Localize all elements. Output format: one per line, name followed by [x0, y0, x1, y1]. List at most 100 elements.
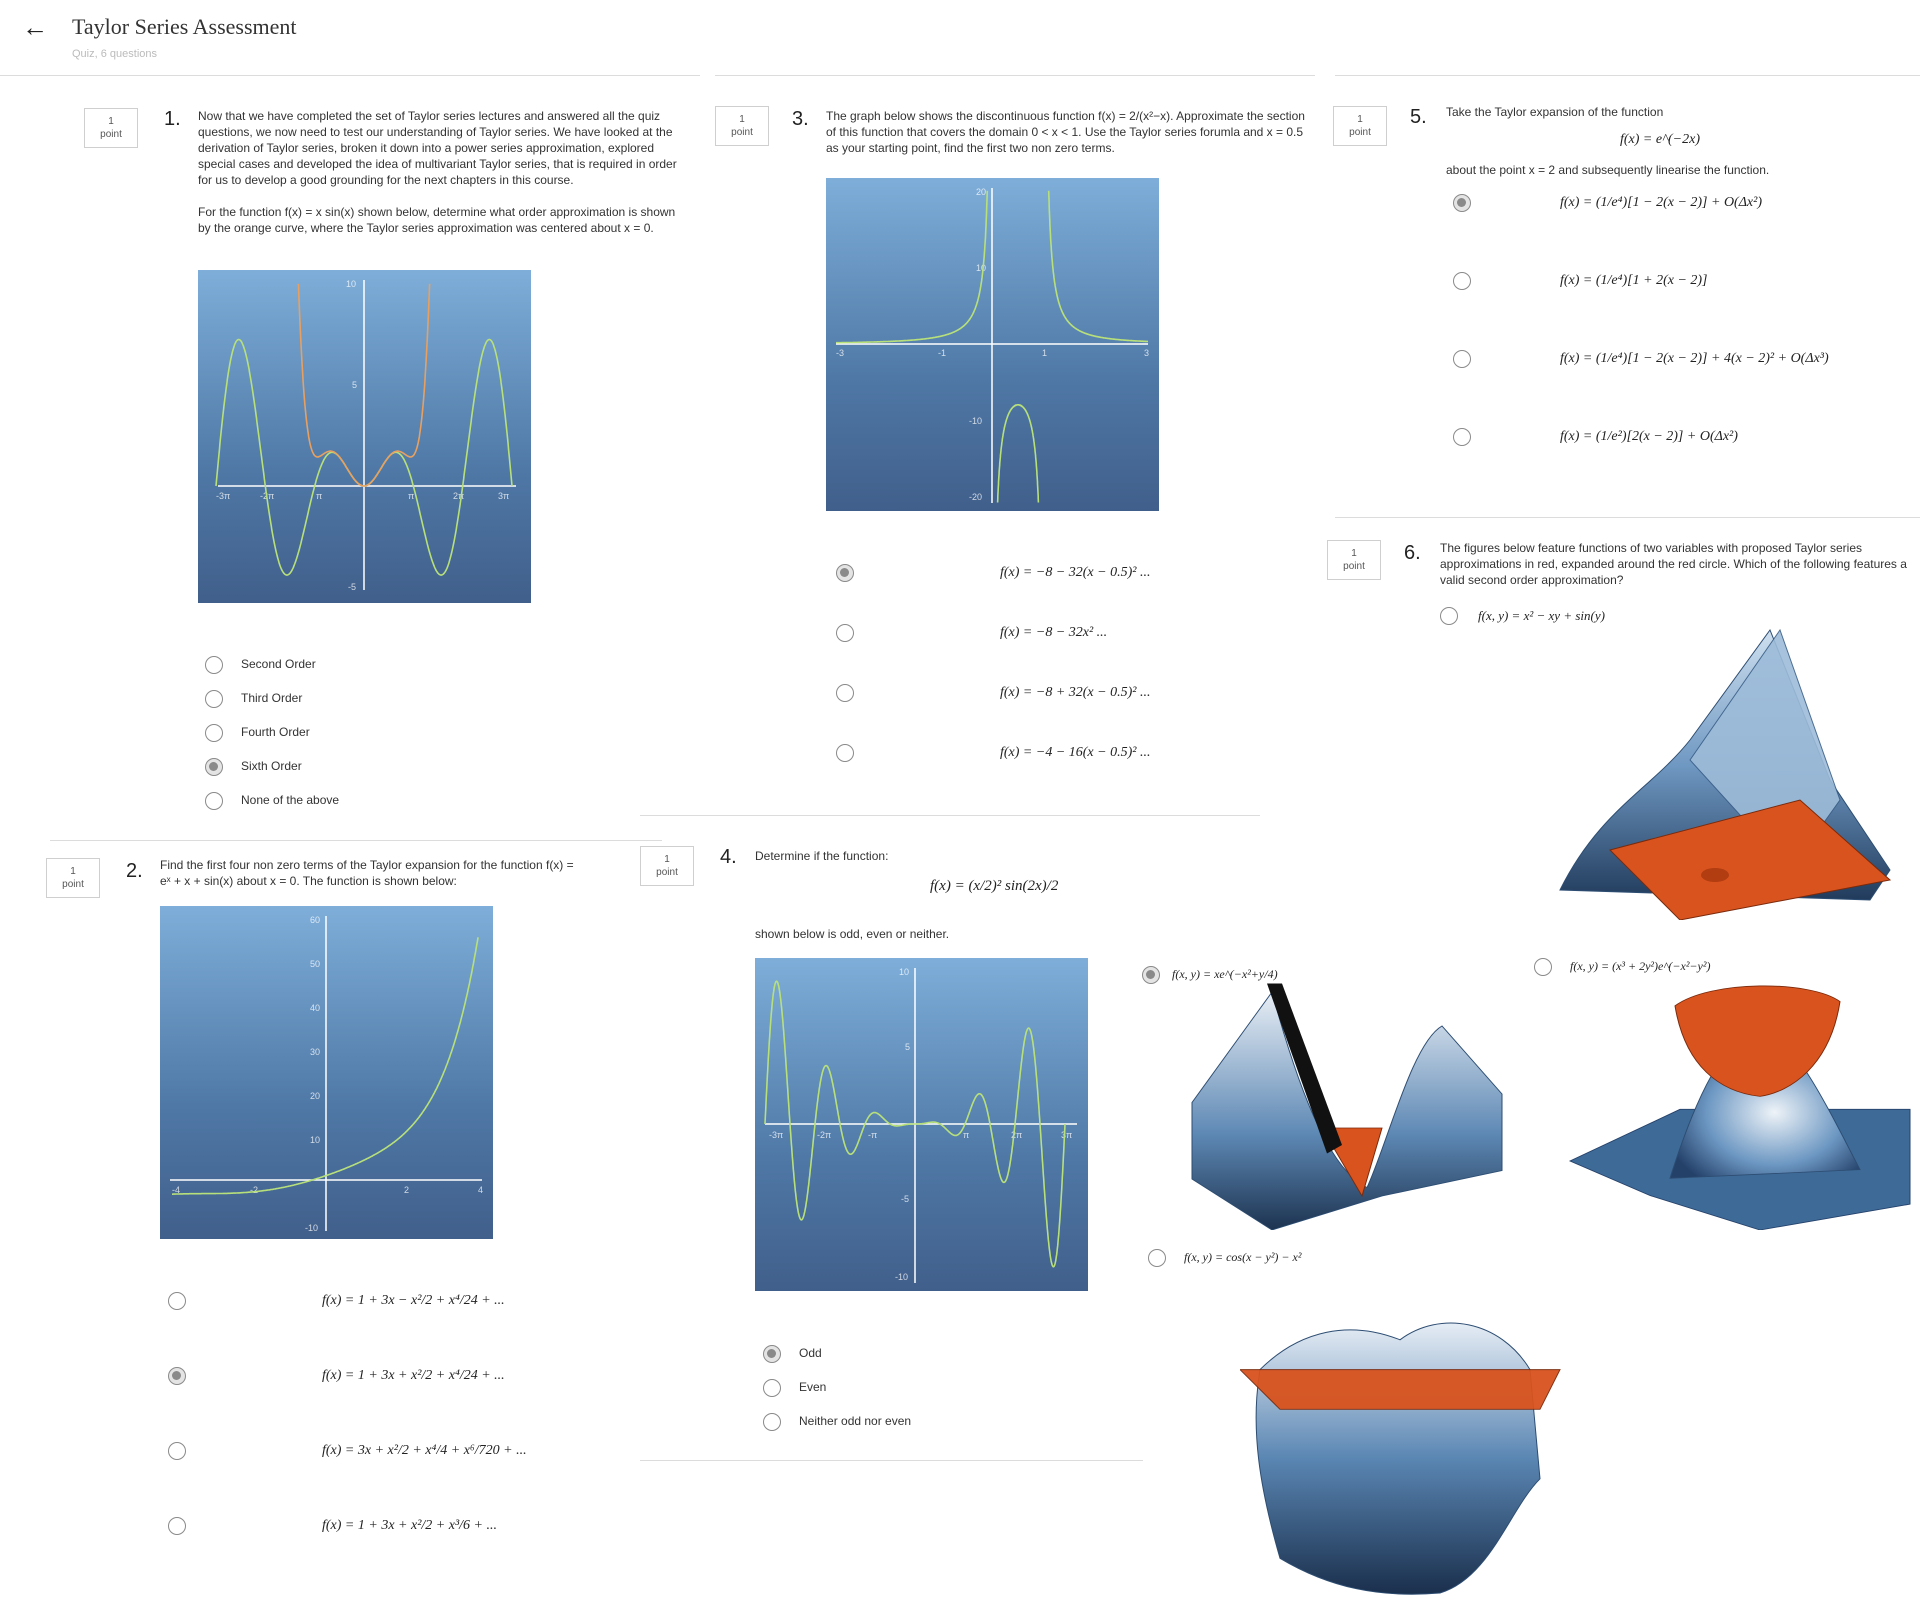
tick-label: π	[408, 491, 414, 501]
tick-label: 2	[404, 1185, 409, 1195]
q3-option-radio[interactable]	[836, 744, 854, 762]
tick-label: -3π	[769, 1130, 783, 1140]
tick-label: -10	[969, 416, 982, 426]
q4-option-radio[interactable]	[763, 1345, 781, 1363]
q1-option-radio[interactable]	[205, 690, 223, 708]
q6-surface-figure-4	[1240, 1322, 1561, 1595]
q5-number: 5.	[1410, 106, 1427, 128]
q2-option-label: f(x) = 3x + x²/2 + x⁴/4 + x⁶/720 + ...	[322, 1443, 527, 1458]
tick-label: 30	[310, 1047, 320, 1057]
q6-number: 6.	[1404, 542, 1421, 564]
q5-intro-text: Take the Taylor expansion of the functio…	[1446, 105, 1664, 119]
q1-option-radio[interactable]	[205, 656, 223, 674]
q6-option-radio[interactable]	[1142, 966, 1160, 984]
q4-number: 4.	[720, 846, 737, 868]
q5-option-radio[interactable]	[1453, 194, 1471, 212]
point-value: 1	[1351, 548, 1357, 559]
q6-surface-figure-3	[1568, 985, 1911, 1230]
q6-option-radio[interactable]	[1534, 958, 1552, 976]
point-label: point	[656, 867, 678, 878]
tick-label: 20	[976, 187, 986, 197]
page-title: Taylor Series Assessment	[72, 14, 297, 39]
tick-label: 10	[899, 967, 909, 977]
tick-label: 20	[310, 1091, 320, 1101]
tick-label: -3π	[216, 491, 230, 501]
q5-option-radio[interactable]	[1453, 428, 1471, 446]
point-value: 1	[108, 116, 114, 127]
back-arrow-icon[interactable]: ←	[22, 14, 48, 40]
tick-label: 5	[905, 1042, 910, 1052]
curve-middle-branch	[996, 404, 1040, 503]
divider	[640, 815, 1260, 816]
q6-option-radio[interactable]	[1148, 1249, 1166, 1267]
q6-point-box: 1 point	[1327, 540, 1381, 580]
point-value: 1	[70, 866, 76, 877]
tick-label: -10	[895, 1272, 908, 1282]
tick-label: -10	[305, 1223, 318, 1233]
tick-label: -5	[348, 582, 356, 592]
divider	[715, 75, 1315, 76]
q4-option-label: Odd	[799, 1346, 822, 1360]
taylor-plane-red	[1240, 1369, 1561, 1410]
tick-label: 5	[352, 380, 357, 390]
q2-point-box: 1 point	[46, 858, 100, 898]
q2-plot: -4 -2 2 4 60 50 40 30 20 10 -10	[160, 906, 493, 1239]
divider	[0, 75, 700, 76]
q5-option-label: f(x) = (1/e⁴)[1 − 2(x − 2)] + 4(x − 2)² …	[1560, 351, 1829, 366]
q2-option-radio[interactable]	[168, 1442, 186, 1460]
q1-number: 1.	[164, 108, 181, 130]
divider	[50, 840, 662, 841]
q6-question-text: The figures below feature functions of t…	[1440, 541, 1907, 587]
divider	[1335, 517, 1920, 518]
q2-option-radio[interactable]	[168, 1292, 186, 1310]
q3-point-box: 1 point	[715, 106, 769, 146]
q3-plot: -3 -1 1 3 20 10 -10 -20	[826, 178, 1159, 511]
q4-point-box: 1 point	[640, 846, 694, 886]
tick-label: 40	[310, 1003, 320, 1013]
q4-option-radio[interactable]	[763, 1379, 781, 1397]
tick-label: -π	[868, 1130, 877, 1140]
tick-label: 3π	[1061, 1130, 1072, 1140]
q1-plot: -3π -2π π π 2π 3π 10 5 -5	[198, 270, 531, 603]
q1-option-radio[interactable]	[205, 758, 223, 776]
q1-option-radio[interactable]	[205, 792, 223, 810]
q2-option-label: f(x) = 1 + 3x + x²/2 + x³/6 + ...	[322, 1518, 497, 1533]
q4-plot: -3π -2π -π π 2π 3π 10 5 -5 -10	[755, 958, 1088, 1291]
q3-number: 3.	[792, 108, 809, 130]
q4-option-radio[interactable]	[763, 1413, 781, 1431]
curve-ex-x-sinx	[172, 937, 479, 1195]
q4-intro-text: Determine if the function:	[755, 849, 889, 863]
curve-left-branch	[836, 190, 989, 344]
q1-option-label: None of the above	[241, 793, 340, 807]
divider	[640, 1460, 1143, 1461]
tick-label: -2π	[817, 1130, 831, 1140]
q5-option-label: f(x) = (1/e⁴)[1 + 2(x − 2)]	[1560, 273, 1708, 288]
q2-option-radio[interactable]	[168, 1517, 186, 1535]
q3-option-radio[interactable]	[836, 684, 854, 702]
tick-label: 60	[310, 915, 320, 925]
q5-option-label: f(x) = (1/e⁴)[1 − 2(x − 2)] + O(Δx²)	[1560, 195, 1763, 210]
q3-option-radio[interactable]	[836, 564, 854, 582]
q5-function-formula: f(x) = e^(−2x)	[1620, 132, 1700, 147]
q1-question-text: For the function f(x) = x sin(x) shown b…	[198, 205, 676, 235]
point-value: 1	[664, 854, 670, 865]
tick-label: 3	[1144, 348, 1149, 358]
q5-option-radio[interactable]	[1453, 350, 1471, 368]
q4-function-formula: f(x) = (x/2)² sin(2x)/2	[930, 878, 1059, 894]
q2-option-radio[interactable]	[168, 1367, 186, 1385]
surface-mesh	[1191, 990, 1503, 1230]
q5-question-text: about the point x = 2 and subsequently l…	[1446, 163, 1770, 177]
q5-option-radio[interactable]	[1453, 272, 1471, 290]
q6-option-label: f(x, y) = (x³ + 2y²)e^(−x²−y²)	[1570, 959, 1711, 973]
q1-intro-text: Now that we have completed the set of Ta…	[198, 109, 677, 187]
q3-option-radio[interactable]	[836, 624, 854, 642]
curve-right-branch	[1047, 190, 1149, 343]
tick-label: π	[963, 1130, 969, 1140]
tick-label: 1	[1042, 348, 1047, 358]
tick-label: 4	[478, 1185, 483, 1195]
q6-surface-figure-1	[1559, 628, 1892, 920]
q5-point-box: 1 point	[1333, 106, 1387, 146]
tick-label: -3	[836, 348, 844, 358]
q1-option-radio[interactable]	[205, 724, 223, 742]
q6-option-radio[interactable]	[1440, 607, 1458, 625]
